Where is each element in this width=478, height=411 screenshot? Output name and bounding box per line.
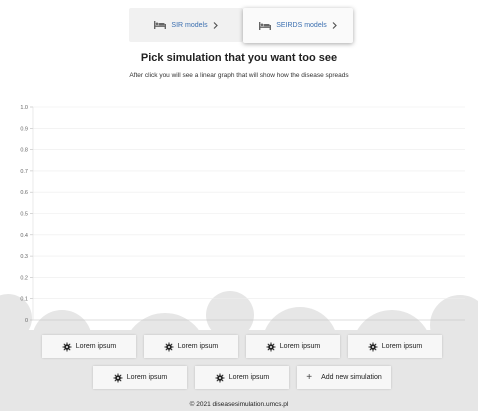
simulation-button-3[interactable]: Lorem ipsum <box>246 335 340 358</box>
simulation-button-5[interactable]: Lorem ipsum <box>93 366 187 389</box>
simulation-label: Lorem ipsum <box>75 343 117 350</box>
simulation-button-1[interactable]: Lorem ipsum <box>42 335 136 358</box>
bed-icon <box>154 21 167 29</box>
chart-y-tick-label: 0.4 <box>20 233 28 239</box>
simulation-button-6[interactable]: Lorem ipsum <box>195 366 289 389</box>
simulation-button-2[interactable]: Lorem ipsum <box>144 335 238 358</box>
bed-icon <box>259 21 272 30</box>
tab-seirds-models[interactable]: SEIRDS models <box>243 8 353 43</box>
chart-y-tick-label: 0.2 <box>20 275 28 281</box>
simulation-button-4[interactable]: Lorem ipsum <box>348 335 442 358</box>
simulation-label: Lorem ipsum <box>177 343 219 350</box>
add-simulation-button[interactable]: + Add new simulation <box>297 366 391 389</box>
chevron-right-icon <box>213 21 218 29</box>
simulation-chart: 1.0 0.9 0.8 0.7 0.6 0.5 0.4 0.3 0.2 0.1 0 <box>20 105 465 324</box>
footer-copyright: © 2021 diseasesimulation.umcs.pl <box>189 401 289 408</box>
plus-icon: + <box>306 371 313 383</box>
chart-y-tick-label: 0.5 <box>20 212 28 218</box>
chart-y-tick-label: 0 <box>25 318 28 324</box>
chart-y-tick-label: 0.9 <box>20 126 28 132</box>
chart-y-tick-label: 0.6 <box>20 190 28 196</box>
chart-y-tick-label: 0.1 <box>20 297 28 303</box>
page-subtitle: After click you will see a linear graph … <box>129 72 349 79</box>
virus-icon <box>113 373 123 383</box>
chart-y-tick-label: 1.0 <box>20 105 28 111</box>
simulation-label: Lorem ipsum <box>381 343 423 350</box>
model-tabs: SIR models SEIRDS models <box>129 8 353 43</box>
simulation-label: Lorem ipsum <box>279 343 321 350</box>
chart-y-tick-label: 0.3 <box>20 254 28 260</box>
virus-icon <box>215 373 225 383</box>
tab-seirds-label: SEIRDS models <box>276 22 327 29</box>
virus-icon <box>266 342 276 352</box>
simulation-label: Lorem ipsum <box>126 374 168 381</box>
chart-y-tick-label: 0.7 <box>20 169 28 175</box>
virus-icon <box>62 342 72 352</box>
page-title: Pick simulation that you want too see <box>140 52 338 64</box>
virus-icon <box>368 342 378 352</box>
simulation-label: Lorem ipsum <box>228 374 270 381</box>
tab-sir-models[interactable]: SIR models <box>129 8 243 42</box>
add-simulation-label: Add new simulation <box>321 374 382 381</box>
chart-y-tick-label: 0.8 <box>20 148 28 154</box>
virus-icon <box>164 342 174 352</box>
tab-sir-label: SIR models <box>171 21 208 29</box>
chevron-right-icon <box>332 22 337 29</box>
